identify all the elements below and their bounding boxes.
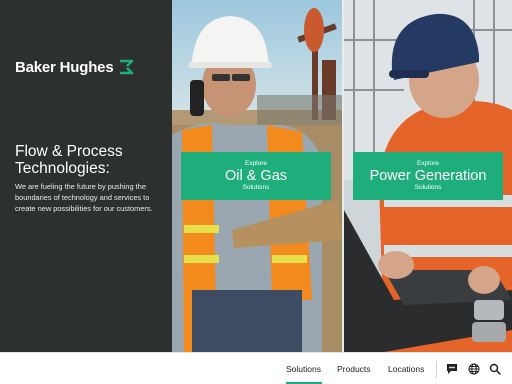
search-icon[interactable]	[488, 362, 502, 376]
nav-divider	[436, 361, 437, 378]
globe-icon[interactable]	[467, 362, 481, 376]
hero-description: We are fueling the future by pushing the…	[15, 182, 153, 214]
card-subtitle: Solutions	[414, 184, 442, 191]
nav-solutions[interactable]: Solutions	[286, 364, 321, 374]
power-generation-solutions-card[interactable]: Explore Power Generation Solutions	[353, 152, 503, 200]
chat-icon[interactable]	[445, 362, 459, 376]
card-eyebrow: Explore	[416, 160, 440, 167]
bottom-nav: Solutions Products Locations	[0, 352, 512, 384]
page-title: Flow & Process Technologies:	[15, 143, 165, 177]
brand-name: Baker Hughes	[15, 58, 114, 76]
nav-products[interactable]: Products	[337, 364, 371, 374]
oil-gas-solutions-card[interactable]: Explore Oil & Gas Solutions	[181, 152, 331, 200]
page: Baker Hughes Flow & Process Technologies…	[0, 0, 512, 384]
card-eyebrow: Explore	[244, 160, 268, 167]
nav-locations[interactable]: Locations	[388, 364, 424, 374]
card-subtitle: Solutions	[242, 184, 270, 191]
card-title: Oil & Gas	[224, 168, 288, 184]
brand-panel: Baker Hughes Flow & Process Technologies…	[0, 0, 172, 352]
headline-line-2: Technologies:	[15, 160, 110, 177]
card-title: Power Generation	[369, 168, 487, 184]
brand-mark-icon	[120, 59, 134, 75]
brand-logo[interactable]: Baker Hughes	[15, 57, 137, 77]
headline-line-1: Flow & Process	[15, 143, 123, 160]
